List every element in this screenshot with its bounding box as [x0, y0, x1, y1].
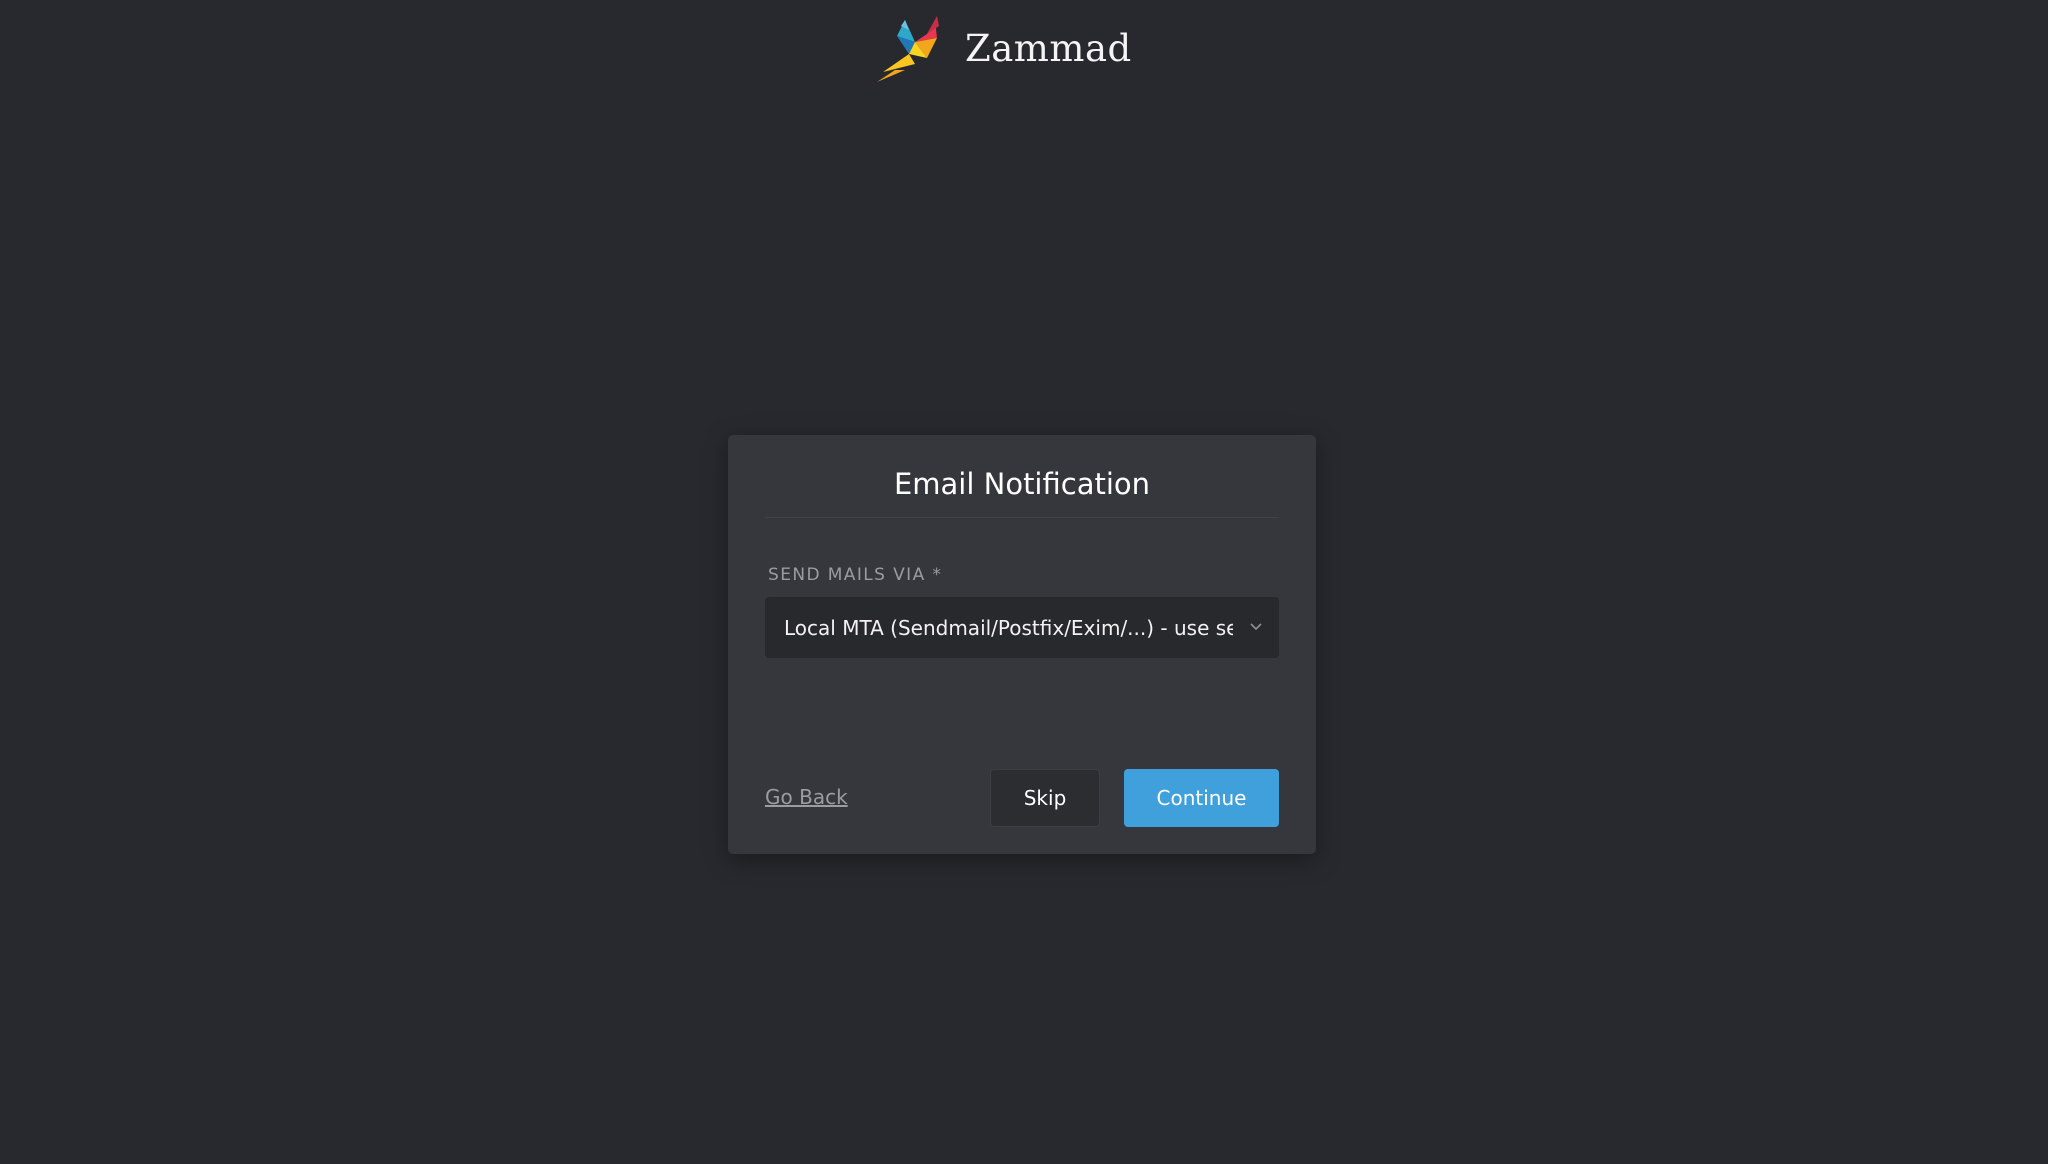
send-mails-via-value: Local MTA (Sendmail/Postfix/Exim/...) - … — [784, 615, 1233, 640]
email-notification-dialog: Email Notification SEND MAILS VIA * Loca… — [728, 435, 1316, 854]
title-divider — [765, 517, 1279, 518]
brand-logo: Zammad — [875, 12, 1132, 88]
continue-button[interactable]: Continue — [1124, 769, 1279, 827]
chevron-down-icon — [1250, 623, 1262, 631]
go-back-link[interactable]: Go Back — [765, 785, 848, 809]
dialog-title: Email Notification — [893, 467, 1151, 501]
zammad-bird-icon — [877, 16, 939, 82]
send-mails-via-select[interactable]: Local MTA (Sendmail/Postfix/Exim/...) - … — [765, 597, 1279, 658]
send-mails-via-label: SEND MAILS VIA * — [768, 565, 943, 585]
brand-name: Zammad — [965, 26, 1132, 70]
skip-button[interactable]: Skip — [990, 769, 1100, 827]
